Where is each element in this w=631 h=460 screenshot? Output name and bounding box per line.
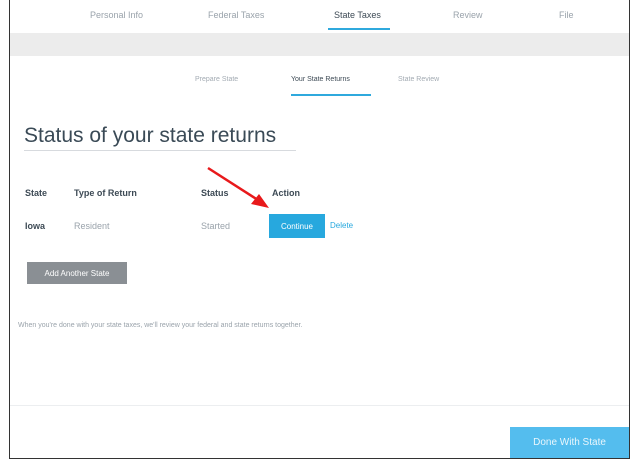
app-frame: Personal Info Federal Taxes State Taxes …	[9, 0, 630, 459]
arrow-shaft	[207, 166, 259, 202]
red-arrow-annotation	[207, 166, 269, 208]
